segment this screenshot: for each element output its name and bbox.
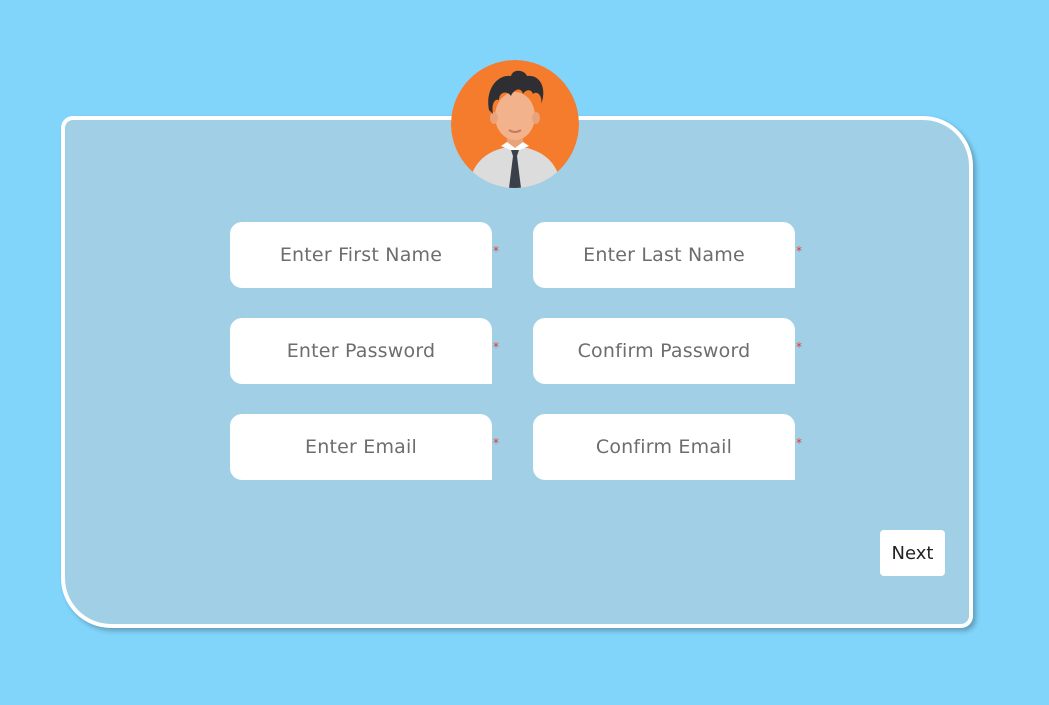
password-placeholder: Enter Password: [286, 340, 436, 362]
confirm-email-field[interactable]: Confirm Email: [533, 414, 795, 480]
user-avatar-icon: [451, 60, 579, 188]
last-name-placeholder: Enter Last Name: [583, 244, 745, 266]
password-required-mark: *: [493, 340, 499, 354]
first-name-required-mark: *: [493, 244, 499, 258]
confirm-email-required-mark: *: [796, 436, 802, 450]
first-name-field[interactable]: Enter First Name: [230, 222, 492, 288]
confirm-password-required-mark: *: [796, 340, 802, 354]
confirm-password-placeholder: Confirm Password: [577, 340, 751, 362]
confirm-email-placeholder: Confirm Email: [595, 436, 733, 458]
email-placeholder: Enter Email: [305, 436, 417, 458]
last-name-required-mark: *: [796, 244, 802, 258]
first-name-placeholder: Enter First Name: [279, 244, 443, 266]
confirm-password-field[interactable]: Confirm Password: [533, 318, 795, 384]
password-field[interactable]: Enter Password: [230, 318, 492, 384]
registration-card: [61, 116, 973, 628]
next-button[interactable]: Next: [880, 530, 945, 576]
email-field[interactable]: Enter Email: [230, 414, 492, 480]
last-name-field[interactable]: Enter Last Name: [533, 222, 795, 288]
email-required-mark: *: [493, 436, 499, 450]
